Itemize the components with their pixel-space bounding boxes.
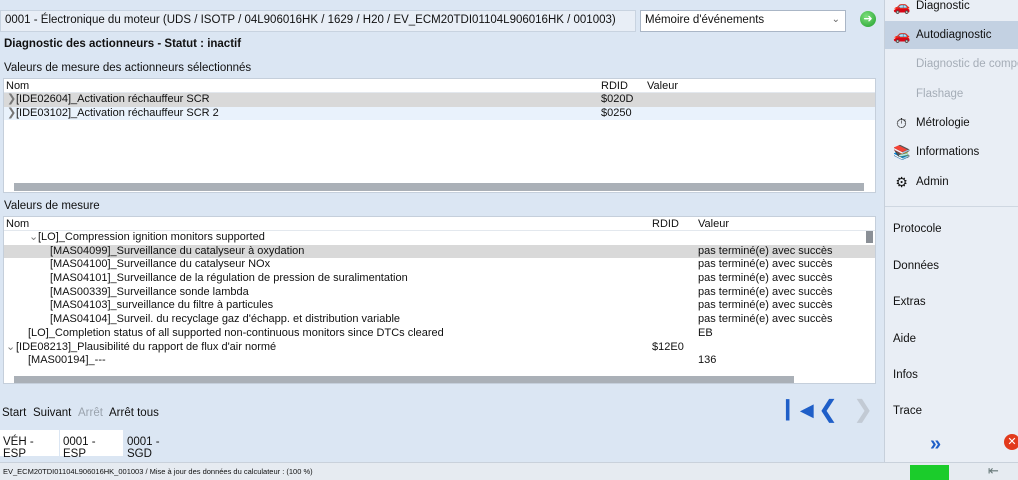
next-button[interactable]: Suivant xyxy=(33,407,71,419)
gauge-icon: ⏱ xyxy=(896,115,907,131)
next-icon[interactable]: ❯ xyxy=(851,398,875,423)
table-row[interactable]: [MAS00194]_--- 136 xyxy=(4,354,875,368)
books-icon: 📚 xyxy=(893,144,911,160)
table-row[interactable]: ❯ [IDE02604]_Activation réchauffeur SCR … xyxy=(4,93,875,107)
main-area: 0001 - Électronique du moteur (UDS / ISO… xyxy=(0,0,880,462)
table-row[interactable]: [MAS04104]_Surveil. du recyclage gaz d'é… xyxy=(4,313,875,327)
table-row[interactable]: [MAS00339]_Surveillance sonde lambda pas… xyxy=(4,286,875,300)
table-row[interactable]: [MAS04103]_surveillance du filtre à part… xyxy=(4,299,875,313)
autodiag-icon: 🚗 xyxy=(893,27,911,43)
measures-vscrollbar[interactable] xyxy=(866,231,873,243)
sidebar-item-metrology[interactable]: ⏱ Métrologie xyxy=(885,109,1018,137)
gear-icon: ⚙ xyxy=(895,174,908,190)
table-row[interactable]: [MAS04099]_Surveillance du catalyseur à … xyxy=(4,244,875,259)
col-name: Nom xyxy=(6,80,30,92)
measures-table-header: Nom RDID Valeur xyxy=(4,217,875,231)
col-name: Nom xyxy=(6,218,30,230)
sidebar-group-trace[interactable]: Trace xyxy=(893,405,922,417)
diagnostic-icon: 🚗 xyxy=(893,0,911,14)
sidebar-item-flash[interactable]: Flashage xyxy=(885,80,1018,108)
sidebar: 🚗 Diagnostic 🚗 Autodiagnostic Diagnostic… xyxy=(884,0,1018,462)
sidebar-group-protocole[interactable]: Protocole xyxy=(893,223,942,235)
table-row[interactable]: [LO]_Completion status of all supported … xyxy=(4,327,875,341)
chevron-right-icon[interactable]: ❯ xyxy=(7,93,16,107)
component-diag-icon xyxy=(893,56,910,73)
tab-0001-esp[interactable]: 0001 - ESP xyxy=(60,430,123,460)
stop-all-button[interactable]: Arrêt tous xyxy=(109,407,159,419)
forward-icon[interactable]: » xyxy=(930,433,941,456)
col-rdid: RDID xyxy=(652,218,679,230)
table-row[interactable]: [MAS04100]_Surveillance du catalyseur NO… xyxy=(4,258,875,272)
flash-icon xyxy=(893,86,910,103)
col-rdid: RDID xyxy=(601,80,628,92)
divider xyxy=(885,206,1018,207)
sidebar-group-infos[interactable]: Infos xyxy=(893,369,918,381)
table-row[interactable]: ❯ [IDE03102]_Activation réchauffeur SCR … xyxy=(4,106,875,121)
sidebar-item-autodiagnostic[interactable]: 🚗 Autodiagnostic xyxy=(885,21,1018,49)
chevron-down-icon: ⌄ xyxy=(831,14,840,25)
table-row[interactable]: ⌄ [LO]_Compression ignition monitors sup… xyxy=(4,231,875,245)
measures-table: Nom RDID Valeur ⌄ [LO]_Compression ignit… xyxy=(3,216,876,384)
sidebar-item-diagnostic[interactable]: 🚗 Diagnostic xyxy=(885,0,1018,20)
first-page-icon[interactable]: ▎◀ xyxy=(786,399,814,423)
actuator-status: Diagnostic des actionneurs - Statut : in… xyxy=(4,38,242,50)
actuators-table: Nom RDID Valeur ❯ [IDE02604]_Activation … xyxy=(3,78,876,193)
tab-veh-esp[interactable]: VÉH - ESP xyxy=(0,430,59,460)
start-button[interactable]: Start xyxy=(2,407,26,419)
go-arrow-icon[interactable]: ➜ xyxy=(860,11,876,27)
sidebar-item-informations[interactable]: 📚 Informations xyxy=(885,138,1018,166)
actuators-table-header: Nom RDID Valeur xyxy=(4,79,875,93)
close-icon[interactable]: ✕ xyxy=(1004,434,1018,450)
connection-indicator xyxy=(910,465,949,480)
measures-section-title: Valeurs de mesure xyxy=(4,200,100,212)
exit-icon[interactable]: ⇤ xyxy=(988,463,999,479)
chevron-down-icon[interactable]: ⌄ xyxy=(6,341,15,355)
table-row[interactable]: ⌄ [IDE08213]_Plausibilité du rapport de … xyxy=(4,341,875,355)
sidebar-group-aide[interactable]: Aide xyxy=(893,333,916,345)
measures-hscrollbar[interactable] xyxy=(14,376,794,383)
sidebar-group-donnees[interactable]: Données xyxy=(893,260,939,272)
action-bar: Start Suivant Arrêt Arrêt tous xyxy=(0,398,880,428)
sidebar-item-component-diag[interactable]: Diagnostic de compo xyxy=(885,50,1018,78)
col-value: Valeur xyxy=(698,218,729,230)
tab-0001-sgd[interactable]: 0001 - SGD xyxy=(124,430,186,460)
mode-select-value: Mémoire d'événements xyxy=(645,14,765,26)
ecu-title-bar: 0001 - Électronique du moteur (UDS / ISO… xyxy=(0,10,636,32)
mode-select[interactable]: Mémoire d'événements ⌄ xyxy=(640,10,846,32)
status-bar: EV_ECM20TDI01104L906016HK_001003 / Mise … xyxy=(0,462,1018,480)
previous-icon[interactable]: ❮ xyxy=(816,398,840,423)
sidebar-group-extras[interactable]: Extras xyxy=(893,296,926,308)
actuators-section-title: Valeurs de mesure des actionneurs sélect… xyxy=(4,62,252,74)
table-row[interactable]: [MAS04101]_Surveillance de la régulation… xyxy=(4,272,875,286)
col-value: Valeur xyxy=(647,80,678,92)
stop-button[interactable]: Arrêt xyxy=(78,407,103,419)
chevron-right-icon[interactable]: ❯ xyxy=(7,107,16,121)
sidebar-item-admin[interactable]: ⚙ Admin xyxy=(885,168,1018,196)
chevron-down-icon[interactable]: ⌄ xyxy=(29,231,38,245)
actuators-hscrollbar[interactable] xyxy=(14,183,864,191)
